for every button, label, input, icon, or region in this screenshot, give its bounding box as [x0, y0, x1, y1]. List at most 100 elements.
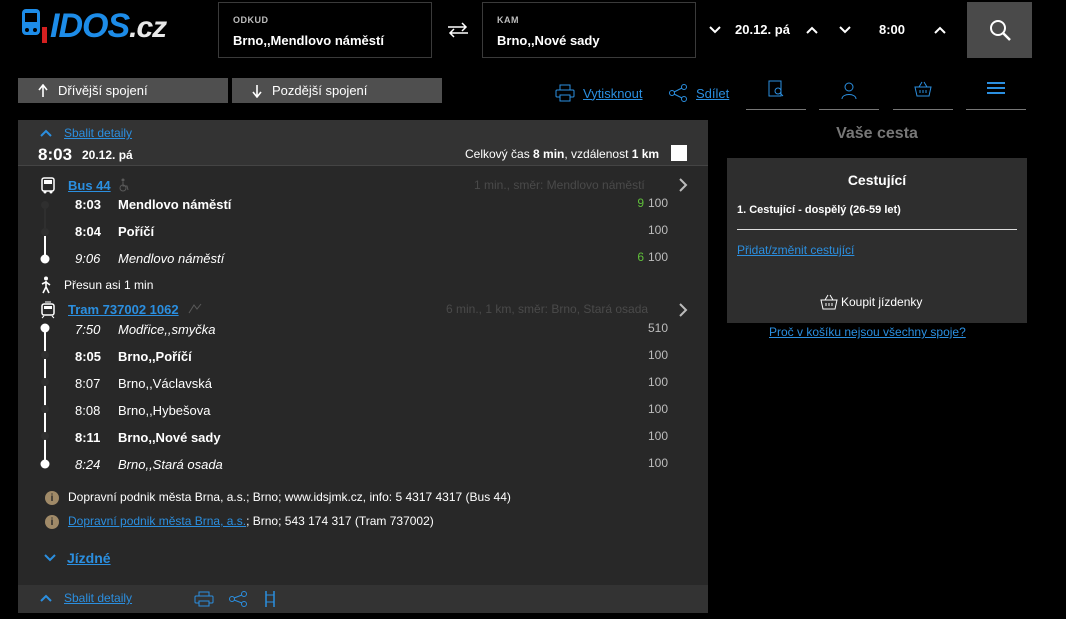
operator-link[interactable]: Dopravní podnik města Brna, a.s. [68, 514, 246, 528]
from-value[interactable]: Brno,,Mendlovo náměstí [233, 33, 417, 48]
stop-zone: 100 [647, 402, 668, 416]
chevron-up-icon [40, 129, 52, 137]
share-icon[interactable] [228, 591, 248, 607]
passenger-box: Cestující 1. Cestující - dospělý (26-59 … [727, 158, 1027, 323]
info-icon: i [45, 515, 59, 529]
stop-zone: 100 [647, 348, 668, 362]
connection-detail: Sbalit detaily 8:03 20.12. pá Celkový ča… [18, 120, 708, 613]
share-icon [669, 84, 687, 102]
total-summary: Celkový čas 8 min, vzdálenost 1 km [465, 147, 659, 161]
stop-time: 8:05 [75, 349, 102, 364]
stop-name: Brno,,Poříčí [118, 349, 192, 364]
basket-icon [820, 294, 838, 310]
collapse-details-top[interactable]: Sbalit detaily [40, 126, 132, 140]
connection-header: Sbalit detaily 8:03 20.12. pá Celkový ča… [18, 120, 708, 166]
date-up-chevron-icon[interactable] [803, 21, 821, 39]
chevron-up-icon [40, 594, 52, 602]
operator-info-tram: Dopravní podnik města Brna, a.s.; Brno; … [68, 514, 434, 528]
connection-checkbox[interactable] [671, 145, 687, 161]
total-prefix: Celkový čas [465, 147, 534, 161]
bus-line-link[interactable]: Bus 44 [68, 178, 111, 193]
stop-time: 8:03 [75, 197, 102, 212]
to-field[interactable]: KAM Brno,,Nové sady [482, 2, 696, 58]
total-time: 8 min [533, 147, 565, 161]
search-icon [989, 20, 1011, 41]
passenger-item: 1. Cestující - dospělý (26-59 let) [737, 204, 901, 216]
share-label: Sdílet [696, 85, 730, 101]
departure-time: 8:03 [38, 145, 73, 164]
transfer-text: Přesun asi 1 min [64, 278, 154, 292]
low-floor-icon [188, 303, 202, 314]
tab-search-results[interactable] [746, 80, 806, 110]
buy-label: Koupit jízdenky [841, 295, 923, 309]
stop-time: 7:50 [75, 322, 101, 337]
bus-meta: 1 min., směr: Mendlovo náměstí [474, 178, 645, 192]
total-distance: 1 km [631, 147, 660, 161]
total-mid: , vzdálenost [564, 147, 632, 161]
earlier-connection-button[interactable]: Dřívější spojení [18, 78, 228, 103]
your-trip-title: Vaše cesta [836, 125, 918, 142]
tab-basket[interactable] [893, 80, 953, 110]
operator-info-rest: ; Brno; 543 174 317 (Tram 737002) [246, 514, 434, 528]
user-icon [841, 82, 857, 100]
tram-meta: 6 min., 1 km, směr: Brno, Stará osada [446, 302, 649, 316]
stop-name: Modřice,,smyčka [118, 322, 216, 337]
stop-time: 8:11 [75, 430, 101, 445]
earlier-label: Dřívější spojení [58, 83, 148, 98]
stop-name: Mendlovo náměstí [118, 251, 225, 266]
logo-text: IDOS [50, 6, 130, 45]
tab-menu[interactable] [966, 80, 1026, 110]
tram-line-link[interactable]: Tram 737002 1062 [68, 302, 179, 317]
bus-icon [41, 177, 55, 194]
tram-icon [41, 301, 55, 319]
stop-zone: 100 [647, 223, 668, 237]
time-value[interactable]: 8:00 [879, 22, 905, 37]
why-not-all-link[interactable]: Proč v košíku nejsou všechny spoje? [769, 325, 966, 339]
tab-account[interactable] [819, 80, 879, 110]
stop-name: Poříčí [118, 224, 155, 239]
chevron-right-icon[interactable] [678, 178, 688, 192]
from-label: ODKUD [233, 15, 269, 25]
route-map-icon[interactable] [261, 590, 279, 608]
print-label: Vytisknout [583, 85, 643, 101]
chevron-right-icon[interactable] [678, 303, 688, 317]
logo-suffix: .cz [129, 10, 167, 44]
logo[interactable]: IDOS.cz [20, 6, 167, 46]
stop-time: 9:06 [75, 251, 101, 266]
fare-toggle[interactable]: Jízdné [44, 550, 111, 566]
connection-footer: Sbalit detaily [18, 585, 708, 613]
arrow-up-icon [38, 83, 48, 97]
date-value[interactable]: 20.12. pá [735, 22, 790, 37]
date-down-chevron-icon[interactable] [706, 21, 724, 39]
buy-tickets-button[interactable]: Koupit jízdenky [820, 294, 922, 310]
departure-date: 20.12. pá [82, 148, 133, 162]
collapse-details-bottom[interactable]: Sbalit detaily [40, 591, 132, 605]
share-button[interactable]: Sdílet [668, 84, 729, 102]
basket-icon [914, 81, 932, 97]
info-icon: i [45, 491, 59, 505]
stop-time: 8:08 [75, 403, 101, 418]
bus-logo-icon [22, 9, 47, 43]
chevron-down-icon [44, 554, 56, 562]
search-button[interactable] [967, 2, 1032, 58]
to-label: KAM [497, 15, 519, 25]
time-down-chevron-icon[interactable] [836, 21, 854, 39]
wheelchair-icon [119, 178, 129, 192]
stop-time: 8:07 [75, 376, 101, 391]
stop-zone: 100 [647, 250, 668, 264]
change-passengers-link[interactable]: Přidat/změnit cestující [737, 243, 854, 257]
stop-zone: 100 [647, 375, 668, 389]
stop-name: Brno,,Hybešova [118, 403, 211, 418]
stop-zone: 510 [647, 321, 668, 335]
stop-time: 8:04 [75, 224, 102, 239]
later-connection-button[interactable]: Pozdější spojení [232, 78, 442, 103]
stop-zone: 100 [647, 456, 668, 470]
print-button[interactable]: Vytisknout [555, 84, 643, 102]
print-icon[interactable] [194, 591, 214, 607]
document-search-icon [768, 80, 784, 97]
from-field[interactable]: ODKUD Brno,,Mendlovo náměstí [218, 2, 432, 58]
swap-icon[interactable] [446, 21, 470, 39]
to-value[interactable]: Brno,,Nové sady [497, 33, 681, 48]
time-up-chevron-icon[interactable] [931, 21, 949, 39]
operator-info-bus: Dopravní podnik města Brna, a.s.; Brno; … [68, 490, 511, 504]
